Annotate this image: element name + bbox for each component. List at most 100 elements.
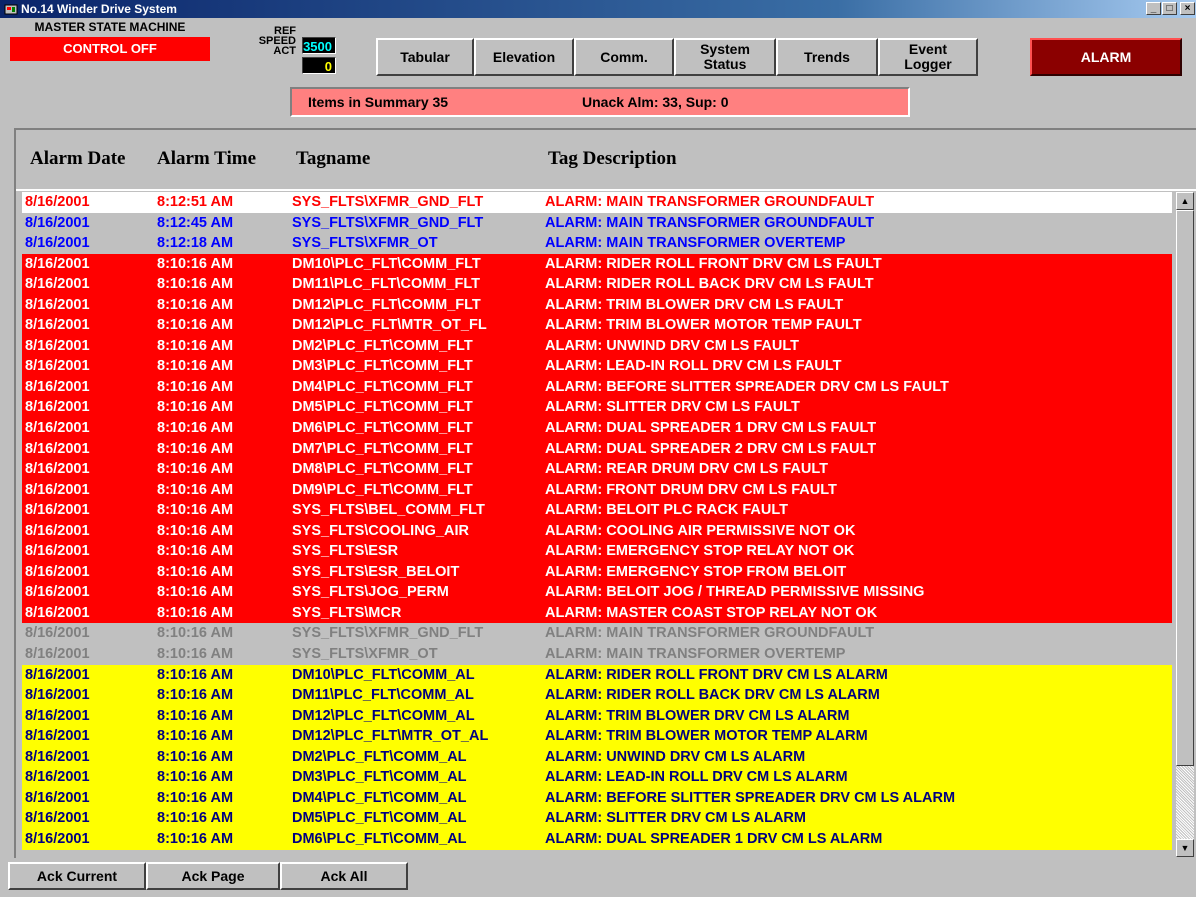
tagname-cell: DM12\PLC_FLT\MTR_OT_FL bbox=[292, 317, 487, 334]
tagname-cell: DM2\PLC_FLT\COMM_AL bbox=[292, 748, 467, 765]
column-tagname[interactable]: Tagname bbox=[296, 148, 370, 170]
table-row[interactable]: 8/16/2001 8:10:16 AM DM12\PLC_FLT\MTR_OT_A… bbox=[22, 726, 1172, 747]
table-row[interactable]: 8/16/2001 8:10:16 AM DM5\PLC_FLT\COMM_FLT A… bbox=[22, 397, 1172, 419]
alarm-summary-bar: Items in Summary 35 Unack Alm: 33, Sup: … bbox=[290, 87, 910, 117]
elevation-button[interactable]: Elevation bbox=[474, 38, 574, 76]
tabular-button[interactable]: Tabular bbox=[376, 38, 474, 76]
alarm-time-cell: 8:10:16 AM bbox=[157, 707, 234, 724]
ack-page-button[interactable]: Ack Page bbox=[146, 862, 280, 890]
table-row[interactable]: 8/16/2001 8:10:16 AM DM11\PLC_FLT\COMM_FLT… bbox=[22, 274, 1172, 295]
scroll-up-button[interactable]: ▲ bbox=[1176, 192, 1194, 210]
tagname-cell: DM11\PLC_FLT\COMM_FLT bbox=[292, 276, 480, 293]
alarm-time-cell: 8:10:16 AM bbox=[157, 399, 234, 416]
tagname-cell: SYS_FLTS\COOLING_AIR bbox=[292, 522, 469, 539]
table-row[interactable]: 8/16/2001 8:10:16 AM DM6\PLC_FLT\COMM_FLT A… bbox=[22, 418, 1172, 439]
table-row[interactable]: 8/16/2001 8:10:16 AM DM10\PLC_FLT\COMM_FLT… bbox=[22, 253, 1172, 275]
alarm-date-cell: 8/16/2001 bbox=[25, 337, 90, 354]
alarm-time-cell: 8:10:16 AM bbox=[157, 666, 234, 683]
restore-button[interactable]: □ bbox=[1162, 2, 1177, 15]
minimize-button[interactable]: _ bbox=[1146, 2, 1161, 15]
table-row[interactable]: 8/16/2001 8:12:51 AM SYS_FLTS\XFMR_GND_FLT… bbox=[22, 192, 1172, 213]
alarm-date-cell: 8/16/2001 bbox=[25, 420, 90, 437]
table-row[interactable]: 8/16/2001 8:10:16 AM SYS_FLTS\MCR ALARM: MA… bbox=[22, 602, 1172, 624]
alarm-time-cell: 8:10:16 AM bbox=[157, 584, 234, 601]
tagname-cell: DM12\PLC_FLT\MTR_OT_AL bbox=[292, 728, 489, 745]
tag-description-cell: ALARM: DUAL SPREADER 2 DRV CM LS FAULT bbox=[545, 440, 877, 457]
alarm-time-cell: 8:10:16 AM bbox=[157, 830, 234, 847]
table-row[interactable]: 8/16/2001 8:10:16 AM DM9\PLC_FLT\COMM_FLT A… bbox=[22, 479, 1172, 501]
table-row[interactable]: 8/16/2001 8:10:16 AM DM12\PLC_FLT\COMM_FLT… bbox=[22, 294, 1172, 316]
tag-description-cell: ALARM: LEAD-IN ROLL DRV CM LS ALARM bbox=[545, 769, 848, 786]
table-row[interactable]: 8/16/2001 8:10:16 AM DM10\PLC_FLT\COMM_AL A… bbox=[22, 664, 1172, 686]
column-alarm-date[interactable]: Alarm Date bbox=[30, 148, 126, 170]
unack-count: Unack Alm: 33, Sup: 0 bbox=[582, 94, 729, 110]
alarm-time-cell: 8:10:16 AM bbox=[157, 276, 234, 293]
app-icon bbox=[4, 4, 18, 15]
tag-description-cell: ALARM: LEAD-IN ROLL DRV CM LS FAULT bbox=[545, 358, 842, 375]
tag-description-cell: ALARM: UNWIND DRV CM LS FAULT bbox=[545, 337, 799, 354]
scroll-track[interactable] bbox=[1176, 766, 1194, 839]
ack-all-button[interactable]: Ack All bbox=[280, 862, 408, 890]
tag-description-cell: ALARM: MAIN TRANSFORMER OVERTEMP bbox=[545, 235, 846, 252]
column-tag-description[interactable]: Tag Description bbox=[548, 148, 677, 170]
ack-current-button[interactable]: Ack Current bbox=[8, 862, 146, 890]
alarm-date-cell: 8/16/2001 bbox=[25, 502, 90, 519]
alarm-date-cell: 8/16/2001 bbox=[25, 276, 90, 293]
table-row[interactable]: 8/16/2001 8:10:16 AM SYS_FLTS\BEL_COMM_FLT… bbox=[22, 500, 1172, 521]
alarm-time-cell: 8:10:16 AM bbox=[157, 440, 234, 457]
tagname-cell: DM3\PLC_FLT\COMM_FLT bbox=[292, 358, 473, 375]
table-row[interactable]: 8/16/2001 8:12:45 AM SYS_FLTS\XFMR_GND_FLT… bbox=[22, 212, 1172, 234]
alarm-date-cell: 8/16/2001 bbox=[25, 214, 90, 231]
tag-description-cell: ALARM: DUAL SPREADER 1 DRV CM LS ALARM bbox=[545, 830, 883, 847]
alarm-rows: 8/16/2001 8:12:51 AM SYS_FLTS\XFMR_GND_FLT… bbox=[22, 192, 1172, 857]
alarm-time-cell: 8:10:16 AM bbox=[157, 769, 234, 786]
table-row[interactable]: 8/16/2001 8:10:16 AM SYS_FLTS\COOLING_AIR A… bbox=[22, 520, 1172, 542]
alarm-time-cell: 8:10:16 AM bbox=[157, 789, 234, 806]
table-row[interactable]: 8/16/2001 8:10:16 AM DM11\PLC_FLT\COMM_AL A… bbox=[22, 685, 1172, 706]
tag-description-cell: ALARM: RIDER ROLL FRONT DRV CM LS ALARM bbox=[545, 666, 888, 683]
table-row[interactable]: 8/16/2001 8:10:16 AM DM5\PLC_FLT\COMM_AL AL… bbox=[22, 808, 1172, 829]
tagname-cell: SYS_FLTS\ESR_BELOIT bbox=[292, 563, 460, 580]
tagname-cell: DM9\PLC_FLT\COMM_FLT bbox=[292, 481, 473, 498]
system-status-button[interactable]: System Status bbox=[674, 38, 776, 76]
alarm-date-cell: 8/16/2001 bbox=[25, 296, 90, 313]
table-row[interactable]: 8/16/2001 8:10:16 AM DM8\PLC_FLT\COMM_FLT A… bbox=[22, 459, 1172, 480]
tag-description-cell: ALARM: BEFORE SLITTER SPREADER DRV CM LS… bbox=[545, 789, 956, 806]
close-button[interactable]: × bbox=[1180, 2, 1195, 15]
table-row[interactable]: 8/16/2001 8:10:16 AM DM4\PLC_FLT\COMM_FLT A… bbox=[22, 376, 1172, 398]
tagname-cell: DM10\PLC_FLT\COMM_FLT bbox=[292, 255, 481, 272]
event-logger-button[interactable]: Event Logger bbox=[878, 38, 978, 76]
vertical-scrollbar[interactable]: ▲ ▼ bbox=[1176, 192, 1194, 857]
tagname-cell: DM6\PLC_FLT\COMM_AL bbox=[292, 830, 467, 847]
alarm-date-cell: 8/16/2001 bbox=[25, 687, 90, 704]
table-row[interactable]: 8/16/2001 8:10:16 AM DM7\PLC_FLT\COMM_FLT A… bbox=[22, 438, 1172, 460]
scroll-down-button[interactable]: ▼ bbox=[1176, 839, 1194, 857]
tagname-cell: DM5\PLC_FLT\COMM_AL bbox=[292, 810, 467, 827]
table-row[interactable]: 8/16/2001 8:10:16 AM SYS_FLTS\XFMR_GND_FLT… bbox=[22, 623, 1172, 645]
comm-button[interactable]: Comm. bbox=[574, 38, 674, 76]
table-row[interactable]: 8/16/2001 8:10:16 AM SYS_FLTS\ESR_BELOIT AL… bbox=[22, 561, 1172, 583]
alarm-date-cell: 8/16/2001 bbox=[25, 378, 90, 395]
table-row[interactable]: 8/16/2001 8:10:16 AM DM2\PLC_FLT\COMM_AL AL… bbox=[22, 746, 1172, 768]
tagname-cell: SYS_FLTS\JOG_PERM bbox=[292, 584, 449, 601]
table-row[interactable]: 8/16/2001 8:10:16 AM SYS_FLTS\XFMR_OT ALARM… bbox=[22, 644, 1172, 665]
table-row[interactable]: 8/16/2001 8:10:16 AM DM6\PLC_FLT\COMM_AL AL… bbox=[22, 828, 1172, 850]
trends-button[interactable]: Trends bbox=[776, 38, 878, 76]
table-row[interactable]: 8/16/2001 8:10:16 AM DM12\PLC_FLT\COMM_AL A… bbox=[22, 705, 1172, 727]
table-row[interactable]: 8/16/2001 8:10:16 AM SYS_FLTS\ESR ALARM: EM… bbox=[22, 541, 1172, 562]
table-row[interactable]: 8/16/2001 8:10:16 AM DM4\PLC_FLT\COMM_AL AL… bbox=[22, 787, 1172, 809]
tag-description-cell: ALARM: BELOIT JOG / THREAD PERMISSIVE MI… bbox=[545, 584, 925, 601]
scroll-thumb[interactable] bbox=[1176, 210, 1194, 766]
table-row[interactable]: 8/16/2001 8:12:18 AM SYS_FLTS\XFMR_OT ALARM… bbox=[22, 233, 1172, 254]
alarm-date-cell: 8/16/2001 bbox=[25, 830, 90, 847]
table-row[interactable]: 8/16/2001 8:10:16 AM SYS_FLTS\JOG_PERM ALAR… bbox=[22, 582, 1172, 603]
alarm-time-cell: 8:10:16 AM bbox=[157, 358, 234, 375]
alarm-button[interactable]: ALARM bbox=[1030, 38, 1182, 76]
column-alarm-time[interactable]: Alarm Time bbox=[157, 148, 256, 170]
title-bar: No.14 Winder Drive System _ □ × bbox=[0, 0, 1196, 18]
table-row[interactable]: 8/16/2001 8:10:16 AM DM2\PLC_FLT\COMM_FLT A… bbox=[22, 335, 1172, 357]
table-row[interactable]: 8/16/2001 8:10:16 AM DM3\PLC_FLT\COMM_FLT A… bbox=[22, 356, 1172, 377]
alarm-time-cell: 8:12:18 AM bbox=[157, 235, 234, 252]
table-row[interactable]: 8/16/2001 8:10:16 AM DM12\PLC_FLT\MTR_OT_F… bbox=[22, 315, 1172, 336]
table-row[interactable]: 8/16/2001 8:10:16 AM DM3\PLC_FLT\COMM_AL AL… bbox=[22, 767, 1172, 788]
